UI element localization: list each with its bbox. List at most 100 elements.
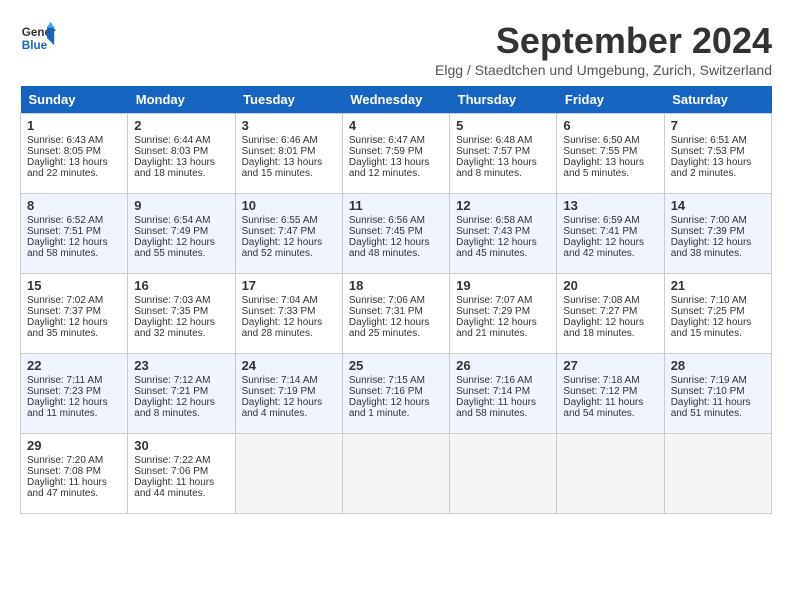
- sunrise-text: Sunrise: 6:47 AM: [349, 135, 425, 146]
- daylight-text: Daylight: 12 hours and 58 minutes.: [27, 237, 108, 259]
- daylight-text: Daylight: 12 hours and 42 minutes.: [563, 237, 644, 259]
- calendar-day-cell: 10Sunrise: 6:55 AMSunset: 7:47 PMDayligh…: [235, 194, 342, 274]
- sunrise-text: Sunrise: 7:06 AM: [349, 295, 425, 306]
- sunrise-text: Sunrise: 6:54 AM: [134, 215, 210, 226]
- day-number: 17: [242, 278, 336, 293]
- calendar-day-cell: 11Sunrise: 6:56 AMSunset: 7:45 PMDayligh…: [342, 194, 449, 274]
- sunrise-text: Sunrise: 7:22 AM: [134, 455, 210, 466]
- sunset-text: Sunset: 7:12 PM: [563, 386, 637, 397]
- calendar-day-cell: 28Sunrise: 7:19 AMSunset: 7:10 PMDayligh…: [664, 354, 771, 434]
- day-number: 23: [134, 358, 228, 373]
- sunset-text: Sunset: 8:05 PM: [27, 146, 101, 157]
- sunset-text: Sunset: 7:08 PM: [27, 466, 101, 477]
- day-number: 2: [134, 118, 228, 133]
- calendar-day-cell: 15Sunrise: 7:02 AMSunset: 7:37 PMDayligh…: [21, 274, 128, 354]
- sunset-text: Sunset: 7:23 PM: [27, 386, 101, 397]
- daylight-text: Daylight: 11 hours and 58 minutes.: [456, 397, 536, 419]
- daylight-text: Daylight: 13 hours and 5 minutes.: [563, 157, 644, 179]
- calendar-day-cell: 5Sunrise: 6:48 AMSunset: 7:57 PMDaylight…: [450, 114, 557, 194]
- day-number: 11: [349, 198, 443, 213]
- calendar-day-cell: 13Sunrise: 6:59 AMSunset: 7:41 PMDayligh…: [557, 194, 664, 274]
- daylight-text: Daylight: 11 hours and 51 minutes.: [671, 397, 751, 419]
- day-number: 21: [671, 278, 765, 293]
- calendar-day-cell: 22 Sunrise: 7:11 AMSunset: 7:23 PMDayligh…: [21, 354, 128, 434]
- sunset-text: Sunset: 7:55 PM: [563, 146, 637, 157]
- sunrise-text: Sunrise: 7:07 AM: [456, 295, 532, 306]
- calendar-day-cell: 24Sunrise: 7:14 AMSunset: 7:19 PMDayligh…: [235, 354, 342, 434]
- calendar-day-cell: [235, 434, 342, 514]
- sunrise-text: Sunrise: 7:02 AM: [27, 295, 103, 306]
- day-number: 9: [134, 198, 228, 213]
- location-title: Elgg / Staedtchen und Umgebung, Zurich, …: [435, 62, 772, 78]
- calendar-day-cell: 7Sunrise: 6:51 AMSunset: 7:53 PMDaylight…: [664, 114, 771, 194]
- weekday-header-cell: Saturday: [664, 86, 771, 114]
- day-number: 29: [27, 438, 121, 453]
- sunrise-text: Sunrise: 7:04 AM: [242, 295, 318, 306]
- daylight-text: Daylight: 13 hours and 8 minutes.: [456, 157, 537, 179]
- daylight-text: Daylight: 13 hours and 22 minutes.: [27, 157, 108, 179]
- day-number: 19: [456, 278, 550, 293]
- day-number: 27: [563, 358, 657, 373]
- day-number: 24: [242, 358, 336, 373]
- sunrise-text: Sunrise: 7:15 AM: [349, 375, 425, 386]
- sunrise-text: Sunrise: 6:44 AM: [134, 135, 210, 146]
- sunrise-text: Sunrise: 7:08 AM: [563, 295, 639, 306]
- sunset-text: Sunset: 7:27 PM: [563, 306, 637, 317]
- daylight-text: Daylight: 11 hours and 47 minutes.: [27, 477, 107, 499]
- day-number: 14: [671, 198, 765, 213]
- sunrise-text: Sunrise: 7:00 AM: [671, 215, 747, 226]
- day-number: 7: [671, 118, 765, 133]
- calendar-day-cell: 1 Sunrise: 6:43 AMSunset: 8:05 PMDaylight…: [21, 114, 128, 194]
- calendar-table: SundayMondayTuesdayWednesdayThursdayFrid…: [20, 86, 772, 514]
- calendar-day-cell: 25Sunrise: 7:15 AMSunset: 7:16 PMDayligh…: [342, 354, 449, 434]
- logo-icon: General Blue: [20, 20, 56, 56]
- calendar-day-cell: 14Sunrise: 7:00 AMSunset: 7:39 PMDayligh…: [664, 194, 771, 274]
- calendar-day-cell: 12Sunrise: 6:58 AMSunset: 7:43 PMDayligh…: [450, 194, 557, 274]
- sunset-text: Sunset: 7:19 PM: [242, 386, 316, 397]
- sunset-text: Sunset: 7:57 PM: [456, 146, 530, 157]
- daylight-text: Daylight: 12 hours and 11 minutes.: [27, 397, 108, 419]
- sunset-text: Sunset: 7:45 PM: [349, 226, 423, 237]
- calendar-day-cell: 23Sunrise: 7:12 AMSunset: 7:21 PMDayligh…: [128, 354, 235, 434]
- sunset-text: Sunset: 7:35 PM: [134, 306, 208, 317]
- calendar-day-cell: [342, 434, 449, 514]
- calendar-day-cell: 20Sunrise: 7:08 AMSunset: 7:27 PMDayligh…: [557, 274, 664, 354]
- sunrise-text: Sunrise: 7:19 AM: [671, 375, 747, 386]
- sunrise-text: Sunrise: 7:18 AM: [563, 375, 639, 386]
- page-header: General Blue September 2024 Elgg / Staed…: [20, 20, 772, 78]
- sunrise-text: Sunrise: 6:55 AM: [242, 215, 318, 226]
- daylight-text: Daylight: 12 hours and 28 minutes.: [242, 317, 323, 339]
- sunrise-text: Sunrise: 6:59 AM: [563, 215, 639, 226]
- sunrise-text: Sunrise: 6:56 AM: [349, 215, 425, 226]
- calendar-week-row: 1Sunrise: 6:43 AMSunset: 8:05 PMDaylight…: [21, 114, 772, 194]
- day-number: 12: [456, 198, 550, 213]
- calendar-day-cell: 4Sunrise: 6:47 AMSunset: 7:59 PMDaylight…: [342, 114, 449, 194]
- weekday-header-cell: Sunday: [21, 86, 128, 114]
- sunrise-text: Sunrise: 6:46 AM: [242, 135, 318, 146]
- day-number: 22: [27, 358, 121, 373]
- sunset-text: Sunset: 7:14 PM: [456, 386, 530, 397]
- sunset-text: Sunset: 7:31 PM: [349, 306, 423, 317]
- daylight-text: Daylight: 13 hours and 12 minutes.: [349, 157, 430, 179]
- sunrise-text: Sunrise: 7:03 AM: [134, 295, 210, 306]
- daylight-text: Daylight: 12 hours and 35 minutes.: [27, 317, 108, 339]
- day-number: 18: [349, 278, 443, 293]
- sunrise-text: Sunrise: 7:20 AM: [27, 455, 103, 466]
- day-number: 8: [27, 198, 121, 213]
- calendar-day-cell: [450, 434, 557, 514]
- sunrise-text: Sunrise: 7:14 AM: [242, 375, 318, 386]
- sunset-text: Sunset: 7:16 PM: [349, 386, 423, 397]
- daylight-text: Daylight: 12 hours and 15 minutes.: [671, 317, 752, 339]
- svg-text:Blue: Blue: [22, 39, 48, 52]
- calendar-day-cell: 16Sunrise: 7:03 AMSunset: 7:35 PMDayligh…: [128, 274, 235, 354]
- calendar-day-cell: [557, 434, 664, 514]
- day-number: 1: [27, 118, 121, 133]
- sunrise-text: Sunrise: 7:11 AM: [27, 375, 102, 386]
- daylight-text: Daylight: 11 hours and 54 minutes.: [563, 397, 643, 419]
- calendar-day-cell: 21Sunrise: 7:10 AMSunset: 7:25 PMDayligh…: [664, 274, 771, 354]
- calendar-day-cell: 26Sunrise: 7:16 AMSunset: 7:14 PMDayligh…: [450, 354, 557, 434]
- calendar-day-cell: 29 Sunrise: 7:20 AMSunset: 7:08 PMDayligh…: [21, 434, 128, 514]
- weekday-header-cell: Wednesday: [342, 86, 449, 114]
- day-number: 26: [456, 358, 550, 373]
- sunrise-text: Sunrise: 6:43 AM: [27, 135, 103, 146]
